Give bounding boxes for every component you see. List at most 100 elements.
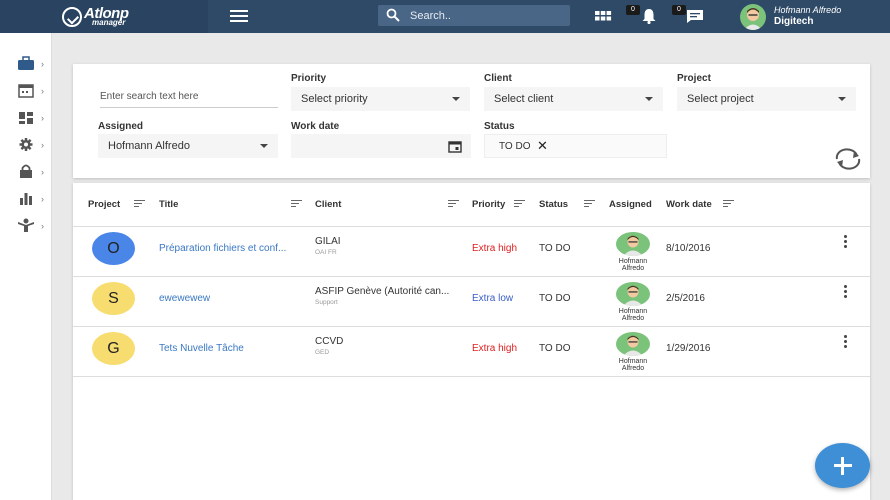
refresh-icon[interactable] [833, 148, 863, 170]
assigned-select[interactable]: Hofmann Alfredo [98, 134, 278, 158]
priority-value: Extra high [472, 343, 518, 354]
project-label: Project [677, 73, 711, 84]
client-name: GILAI [315, 236, 341, 247]
priority-select[interactable]: Select priority [291, 87, 470, 111]
assigned-label: Assigned [98, 121, 144, 132]
sidebar-item-users[interactable]: › [14, 217, 50, 235]
avatar-face-icon [623, 235, 643, 256]
project-avatar: O [92, 232, 135, 265]
client-select[interactable]: Select client [484, 87, 663, 111]
sidebar-item-dashboard[interactable]: › [14, 109, 50, 127]
chevron-right-icon: › [41, 113, 44, 123]
sidebar-item-calendar[interactable]: › [14, 82, 50, 100]
column-header-client[interactable]: Client [315, 199, 341, 210]
dashboard-icon [19, 112, 33, 124]
filter-panel: Priority Select priority Client Select c… [73, 64, 870, 178]
status-value: TO DO [539, 243, 571, 254]
more-options-icon[interactable] [843, 335, 849, 349]
work-date-value: 1/29/2016 [666, 343, 711, 354]
chevron-right-icon: › [41, 140, 44, 150]
grid-icon[interactable] [594, 8, 612, 24]
client-name: ASFIP Genève (Autorité can... [315, 286, 450, 297]
work-date-value: 8/10/2016 [666, 243, 711, 254]
client-sub: OAI FR [315, 249, 337, 256]
table-row[interactable]: O Préparation fichiers et conf... GILAI … [73, 227, 870, 277]
client-name: CCVD [315, 336, 344, 347]
bar-chart-icon [20, 193, 32, 205]
messages-badge: 0 [672, 5, 686, 15]
filter-search-input[interactable] [100, 86, 278, 108]
sort-icon[interactable] [514, 200, 525, 208]
search-icon [386, 8, 400, 22]
user-avatar[interactable] [740, 4, 766, 30]
table-row[interactable]: G Tets Nuvelle Tâche CCVD GED Extra high… [73, 327, 870, 377]
search-bar[interactable] [378, 5, 570, 26]
column-header-priority[interactable]: Priority [472, 199, 505, 210]
sidebar-item-security[interactable]: › [14, 163, 50, 181]
sidebar: › › › › › › › [0, 33, 52, 500]
notifications-badge: 0 [626, 5, 640, 15]
logo-area: Atlonp manager [0, 0, 208, 33]
client-label: Client [484, 73, 512, 84]
sidebar-item-projects[interactable]: › [14, 55, 50, 73]
sort-icon[interactable] [291, 200, 302, 208]
column-header-assigned[interactable]: Assigned [609, 199, 652, 210]
add-task-button[interactable] [815, 443, 870, 488]
lock-icon [20, 164, 32, 178]
sidebar-item-settings[interactable]: › [14, 136, 50, 154]
sort-icon[interactable] [448, 200, 459, 208]
avatar-face-icon [623, 335, 643, 356]
column-header-project[interactable]: Project [88, 199, 120, 210]
calendar-icon [18, 84, 34, 98]
status-multiselect[interactable]: TO DO ✕ [484, 134, 667, 158]
avatar-face-icon [744, 8, 762, 30]
more-options-icon[interactable] [843, 235, 849, 249]
column-header-status[interactable]: Status [539, 199, 568, 210]
bell-icon[interactable] [640, 8, 658, 24]
work-date-value: 2/5/2016 [666, 293, 705, 304]
sort-icon[interactable] [723, 200, 734, 208]
logo-subtext: manager [92, 18, 126, 27]
workdate-label: Work date [291, 121, 340, 132]
priority-label: Priority [291, 73, 327, 84]
user-company: Digitech [774, 16, 814, 27]
chat-icon[interactable] [686, 8, 704, 24]
caret-down-icon [645, 97, 653, 101]
client-sub: Support [315, 299, 338, 306]
assignee-name-line2: Alfredo [621, 365, 645, 372]
search-input[interactable] [410, 7, 560, 24]
gear-icon [19, 138, 33, 151]
assignee-name-line2: Alfredo [621, 265, 645, 272]
assignee-name-line2: Alfredo [621, 315, 645, 322]
caret-down-icon [260, 144, 268, 148]
app-logo[interactable]: Atlonp manager [62, 5, 150, 27]
close-icon[interactable]: ✕ [537, 139, 548, 152]
task-title-link[interactable]: ewewewew [159, 293, 309, 304]
assignee-avatar [616, 232, 650, 256]
sort-icon[interactable] [584, 200, 595, 208]
top-bar: Atlonp manager 0 0 Hofmann Alfredo Digit [0, 0, 890, 33]
task-title-link[interactable]: Tets Nuvelle Tâche [159, 343, 309, 354]
chevron-right-icon: › [41, 59, 44, 69]
logo-check-icon [62, 7, 82, 27]
project-avatar: G [92, 332, 135, 365]
status-value: TO DO [539, 293, 571, 304]
sort-icon[interactable] [134, 200, 145, 208]
project-select[interactable]: Select project [677, 87, 856, 111]
task-title-link[interactable]: Préparation fichiers et conf... [159, 243, 309, 254]
column-header-title[interactable]: Title [159, 199, 178, 210]
sidebar-item-reports[interactable]: › [14, 190, 50, 208]
more-options-icon[interactable] [843, 285, 849, 299]
caret-down-icon [838, 97, 846, 101]
workdate-picker[interactable] [291, 134, 471, 158]
assigned-select-value: Hofmann Alfredo [108, 140, 190, 152]
priority-select-value: Select priority [301, 93, 368, 105]
client-select-value: Select client [494, 93, 554, 105]
calendar-icon[interactable] [448, 140, 462, 153]
menu-icon[interactable] [230, 10, 248, 23]
priority-value: Extra high [472, 243, 518, 254]
priority-value: Extra low [472, 293, 514, 304]
table-row[interactable]: S ewewewew ASFIP Genève (Autorité can...… [73, 277, 870, 327]
status-value: TO DO [539, 343, 571, 354]
column-header-workdate[interactable]: Work date [666, 199, 712, 210]
